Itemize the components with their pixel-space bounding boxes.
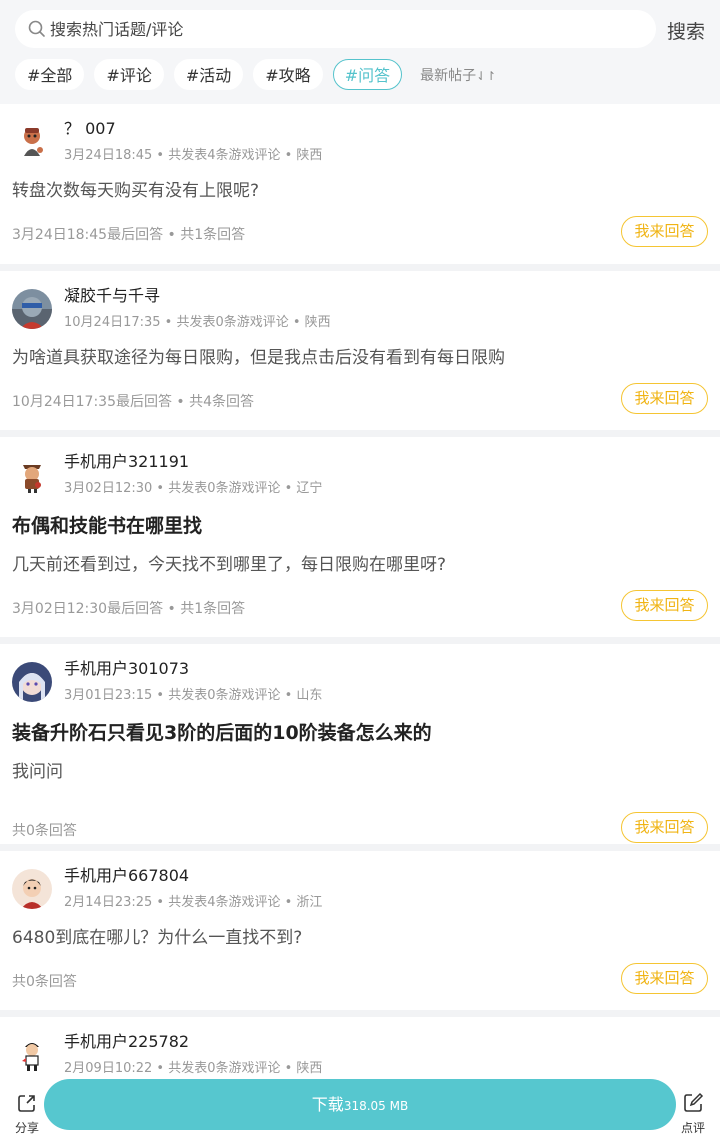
user-name[interactable]: 凝胶千与千寻 [64,285,708,307]
avatar[interactable] [12,455,52,495]
avatar[interactable] [12,1035,52,1075]
post-card[interactable]: 手机用户667804 2月14日23:25 • 共发表4条游戏评论 • 浙江 6… [0,851,720,1010]
download-button[interactable]: 下载318.05 MB [44,1079,676,1130]
share-label: 分享 [14,1121,39,1135]
review-label: 点评 [680,1121,705,1135]
user-name[interactable]: 手机用户321191 [64,451,708,473]
user-name[interactable]: ？ 007 [64,118,708,140]
edit-icon [684,1092,704,1112]
share-button[interactable]: 分享 [14,1092,40,1136]
search-input[interactable] [50,19,630,39]
download-size: 318.05 MB [343,1099,409,1113]
answer-button[interactable]: 我来回答 [621,963,708,994]
review-button[interactable]: 点评 [680,1092,706,1136]
post-meta: 3月01日23:15 • 共发表0条游戏评论 • 山东 [64,688,323,703]
avatar[interactable] [12,122,52,162]
post-footer: 共0条回答 我来回答 [12,799,708,858]
top-bar: 搜索 #全部 #评论 #活动 #攻略 #问答 最新帖子⇃↾ [0,0,720,104]
post-card[interactable]: 凝胶千与千寻 10月24日17:35 • 共发表0条游戏评论 • 陕西 为啥道具… [0,271,720,430]
answer-button[interactable]: 我来回答 [621,216,708,247]
answer-meta: 共0条回答 [12,974,77,990]
tag-all[interactable]: #全部 [15,59,85,90]
answer-meta: 3月02日12:30最后回答 • 共1条回答 [12,601,246,617]
post-meta: 2月09日10:22 • 共发表0条游戏评论 • 陕西 [64,1061,323,1076]
answer-meta: 3月24日18:45最后回答 • 共1条回答 [12,227,246,243]
tag-qa[interactable]: #问答 [332,59,403,90]
answer-button[interactable]: 我来回答 [621,590,708,621]
bottom-action-bar: 分享 下载318.05 MB 点评 [0,1079,720,1137]
tag-filter-bar: #全部 #评论 #活动 #攻略 #问答 最新帖子⇃↾ [15,59,496,90]
answer-meta: 10月24日17:35最后回答 • 共4条回答 [12,394,255,410]
answer-button[interactable]: 我来回答 [621,812,708,843]
post-feed: ？ 007 3月24日18:45 • 共发表4条游戏评论 • 陕西 转盘次数每天… [0,104,720,1137]
post-footer: 3月02日12:30最后回答 • 共1条回答 我来回答 [12,577,708,636]
user-name[interactable]: 手机用户667804 [64,865,708,887]
sort-arrows-icon: ⇃↾ [476,68,497,83]
sort-toggle[interactable]: 最新帖子⇃↾ [420,65,496,85]
post-card[interactable]: 手机用户321191 3月02日12:30 • 共发表0条游戏评论 • 辽宁 布… [0,437,720,637]
answer-button[interactable]: 我来回答 [621,383,708,414]
post-body: 转盘次数每天购买有没有上限呢? [12,181,260,201]
post-meta: 10月24日17:35 • 共发表0条游戏评论 • 陕西 [64,315,331,330]
tag-guides[interactable]: #攻略 [253,59,323,90]
share-icon [18,1095,35,1112]
post-title[interactable]: 布偶和技能书在哪里找 [12,513,708,539]
search-box[interactable] [15,10,656,48]
post-body: 6480到底在哪儿？为什么一直找不到? [12,928,303,948]
avatar[interactable] [12,289,52,329]
user-name[interactable]: 手机用户301073 [64,658,708,680]
post-title[interactable]: 装备升阶石只看见3阶的后面的10阶装备怎么来的 [12,720,708,746]
avatar[interactable] [12,662,52,702]
post-body: 为啥道具获取途径为每日限购，但是我点击后没有看到有每日限购 [12,348,505,368]
tag-reviews[interactable]: #评论 [94,59,164,90]
post-footer: 10月24日17:35最后回答 • 共4条回答 我来回答 [12,370,708,429]
post-body: 我问问 [12,762,63,782]
user-name[interactable]: 手机用户225782 [64,1031,708,1053]
post-meta: 2月14日23:25 • 共发表4条游戏评论 • 浙江 [64,895,323,910]
post-card[interactable]: 手机用户301073 3月01日23:15 • 共发表0条游戏评论 • 山东 装… [0,644,720,844]
answer-meta: 共0条回答 [12,823,77,839]
tag-events[interactable]: #活动 [173,59,244,90]
download-label: 下载 [311,1095,344,1114]
post-body: 几天前还看到过，今天找不到哪里了，每日限购在哪里呀? [12,555,447,575]
search-icon [27,19,47,39]
avatar[interactable] [12,869,52,909]
post-footer: 3月24日18:45最后回答 • 共1条回答 我来回答 [12,203,708,262]
post-meta: 3月24日18:45 • 共发表4条游戏评论 • 陕西 [64,148,323,163]
post-card[interactable]: ？ 007 3月24日18:45 • 共发表4条游戏评论 • 陕西 转盘次数每天… [0,104,720,264]
post-footer: 共0条回答 我来回答 [12,950,708,1009]
search-button[interactable]: 搜索 [667,17,705,44]
sort-label: 最新帖子 [420,67,477,84]
post-meta: 3月02日12:30 • 共发表0条游戏评论 • 辽宁 [64,481,323,496]
